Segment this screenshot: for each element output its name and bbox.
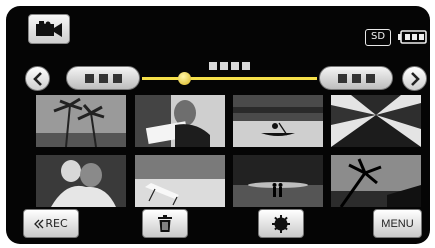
chevron-left-icon [32, 71, 42, 86]
record-mode-label: REC [45, 217, 68, 230]
palm-trees-thumbnail[interactable] [36, 95, 126, 147]
person-reading-thumbnail[interactable] [135, 95, 225, 147]
couple-hug-thumbnail[interactable] [36, 155, 126, 207]
timeline-track[interactable] [142, 77, 317, 80]
video-camera-icon [36, 21, 62, 37]
thumbnail-grid [36, 95, 421, 207]
delete-button[interactable] [142, 209, 188, 238]
settings-button[interactable] [258, 209, 304, 238]
beach-chair-thumbnail[interactable] [135, 155, 225, 207]
battery-icon [398, 30, 427, 44]
couple-silhouette-thumbnail[interactable] [233, 155, 323, 207]
double-chevron-left-icon [34, 219, 44, 228]
playback-screen: SD REC MENU [6, 6, 430, 244]
menu-button[interactable]: MENU [373, 209, 422, 238]
previous-page-button[interactable] [25, 66, 50, 91]
sunset-palm-thumbnail[interactable] [331, 155, 421, 207]
previous-date-button[interactable] [66, 66, 140, 90]
palm-leaves-thumbnail[interactable] [331, 95, 421, 147]
record-mode-button[interactable]: REC [23, 209, 79, 238]
chevron-right-icon [410, 71, 420, 86]
mode-button[interactable] [28, 14, 70, 44]
next-date-button[interactable] [319, 66, 393, 90]
canoe-lake-thumbnail[interactable] [233, 95, 323, 147]
current-date-label [209, 62, 250, 70]
timeline-slider-knob[interactable] [178, 72, 191, 85]
next-page-button[interactable] [402, 66, 427, 91]
sd-card-indicator: SD [365, 29, 391, 46]
settings-gear-icon [272, 214, 290, 233]
trash-icon [158, 215, 172, 232]
